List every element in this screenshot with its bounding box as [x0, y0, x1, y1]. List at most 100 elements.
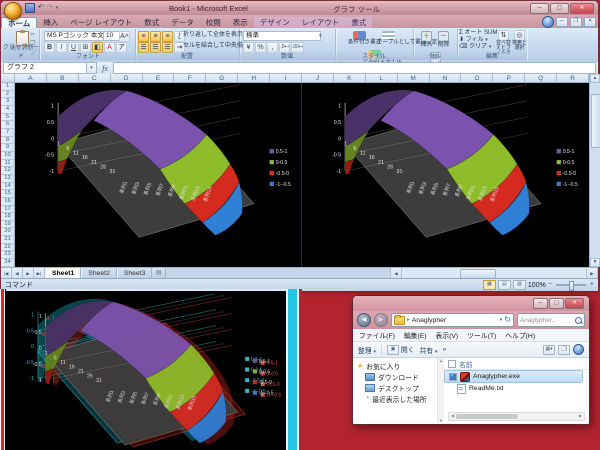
page-layout-view-icon[interactable]: ▤	[498, 280, 511, 290]
column-header-C[interactable]: C	[79, 74, 111, 83]
menu-item-0[interactable]: ファイル(F)	[359, 330, 395, 340]
column-header-Q[interactable]: Q	[525, 74, 557, 83]
page-break-view-icon[interactable]: ▨	[513, 280, 526, 290]
column-header-J[interactable]: J	[302, 74, 334, 83]
workbook-close-button[interactable]: ✕	[584, 17, 596, 27]
row-header-7[interactable]: 7	[1, 129, 15, 137]
more-commands-button[interactable]: »	[442, 346, 446, 353]
row-header-21[interactable]: 21	[1, 236, 15, 244]
preview-pane-icon[interactable]: ▢|	[558, 345, 570, 355]
breadcrumb-dropdown-icon[interactable]: ▾	[500, 317, 503, 323]
insert-cells-button[interactable]: ＋ 挿入	[419, 29, 434, 50]
row-header-6[interactable]: 6	[1, 121, 15, 129]
column-header-K[interactable]: K	[334, 74, 366, 83]
row-header-10[interactable]: 10	[1, 152, 15, 160]
contextual-tab-2[interactable]: 書式	[345, 17, 372, 28]
scroll-thumb[interactable]	[456, 414, 518, 419]
close-button[interactable]: ✕	[565, 298, 584, 309]
search-box[interactable]: Anaglypher...	[517, 313, 585, 327]
file-checkbox[interactable]	[449, 373, 457, 381]
anaglyph-chart-window[interactable]: 10.50-0.5-1161116212631系列1系列3系列5系列7系列9系列…	[0, 289, 302, 450]
surface-chart-right[interactable]: 10.50-0.5-1161116212631系列1系列3系列5系列7系列9系列…	[302, 83, 589, 267]
number-format-combobox[interactable]: 標準	[243, 31, 321, 41]
save-icon[interactable]	[25, 3, 35, 13]
organize-button[interactable]: 整理 ▾	[358, 345, 376, 355]
column-header-F[interactable]: F	[174, 74, 206, 83]
name-box-dropdown-icon[interactable]: ▾	[87, 62, 97, 74]
ribbon-tab-6[interactable]: 表示	[227, 17, 254, 28]
column-header-R[interactable]: R	[557, 74, 589, 83]
file-list-header[interactable]: 名前	[444, 359, 589, 370]
nav-item-0[interactable]: ★お気に入り	[353, 360, 437, 371]
row-header-15[interactable]: 15	[1, 190, 15, 198]
zoom-slider-thumb[interactable]	[569, 281, 574, 291]
surface-chart-left[interactable]: 10.50-0.5-1161116212631系列1系列3系列5系列7系列9系列…	[15, 83, 302, 267]
column-header-A[interactable]: A	[15, 74, 47, 83]
menu-item-3[interactable]: ツール(T)	[467, 330, 496, 340]
maximize-button[interactable]: ▢	[549, 298, 564, 309]
file-row-ReadMe.txt[interactable]: ReadMe.txt	[444, 383, 583, 394]
forward-icon[interactable]: ▶	[374, 313, 388, 327]
cut-icon[interactable]: ✂	[30, 31, 38, 38]
row-header-18[interactable]: 18	[1, 213, 15, 221]
views-icon[interactable]: ▦▾	[543, 345, 555, 355]
normal-view-icon[interactable]: ▦	[483, 280, 496, 290]
row-header-20[interactable]: 20	[1, 228, 15, 236]
column-header-B[interactable]: B	[47, 74, 79, 83]
refresh-icon[interactable]: ↻	[504, 315, 511, 325]
menu-item-4[interactable]: ヘルプ(H)	[505, 330, 535, 340]
ribbon-tab-1[interactable]: 挿入	[37, 17, 64, 28]
ribbon-tab-5[interactable]: 校閲	[200, 17, 227, 28]
undo-icon[interactable]: ↶	[38, 3, 44, 13]
office-button[interactable]	[4, 2, 22, 20]
column-header-L[interactable]: L	[366, 74, 398, 83]
close-button[interactable]: ✕	[570, 3, 594, 14]
row-header-9[interactable]: 9	[1, 144, 15, 152]
excel-titlebar[interactable]: Book1 - Microsoft Excel グラフ ツール ─ ▢ ✕	[1, 1, 598, 15]
row-header-17[interactable]: 17	[1, 206, 15, 214]
breadcrumb-location[interactable]: Anaglypher	[412, 317, 446, 324]
breadcrumb[interactable]: ▸ Anaglypher ▾ ↻	[391, 313, 514, 327]
row-header-22[interactable]: 22	[1, 244, 15, 252]
column-header-G[interactable]: G	[206, 74, 238, 83]
minimize-button[interactable]: ─	[530, 3, 549, 14]
column-header-P[interactable]: P	[493, 74, 525, 83]
zoom-level[interactable]: 100%	[528, 282, 546, 289]
maximize-button[interactable]: ▢	[550, 3, 569, 14]
ribbon-tab-4[interactable]: データ	[165, 17, 200, 28]
column-header-M[interactable]: M	[398, 74, 430, 83]
name-column-header[interactable]: 名前	[459, 359, 473, 369]
zoom-out-icon[interactable]: −	[548, 281, 552, 289]
qat-dropdown-icon[interactable]: ▾	[56, 3, 59, 13]
column-header-H[interactable]: H	[238, 74, 270, 83]
select-all-corner[interactable]	[1, 74, 15, 83]
row-header-13[interactable]: 13	[1, 175, 15, 183]
help-icon[interactable]: ?	[542, 16, 554, 28]
menu-item-2[interactable]: 表示(V)	[436, 330, 459, 340]
zoom-slider[interactable]	[556, 284, 586, 286]
number-format-dropdown-icon[interactable]: ▾	[319, 33, 322, 39]
align-bottom-icon[interactable]: ≡	[162, 31, 173, 42]
vertical-scroll-thumb[interactable]	[591, 94, 600, 148]
row-header-8[interactable]: 8	[1, 137, 15, 145]
find-select-button[interactable]: ◎ 検索と選択	[511, 29, 528, 52]
column-header-O[interactable]: O	[461, 74, 493, 83]
nav-item-3[interactable]: ◔最近表示した場所	[353, 393, 437, 404]
name-box[interactable]: グラフ 2	[3, 62, 87, 74]
row-header-23[interactable]: 23	[1, 251, 15, 259]
row-header-11[interactable]: 11	[1, 160, 15, 168]
row-header-19[interactable]: 19	[1, 221, 15, 229]
file-list-horizontal-scrollbar[interactable]: ◀ ▶	[448, 412, 585, 421]
nav-item-2[interactable]: デスクトップ	[353, 382, 437, 393]
share-button[interactable]: 共有 ▾	[419, 345, 437, 355]
open-button[interactable]: ▣ 開く	[387, 344, 414, 355]
insert-function-icon[interactable]: fx	[97, 64, 113, 73]
file-row-Anaglypher.exe[interactable]: Anaglypher.exe	[444, 370, 583, 383]
scroll-right-icon[interactable]: ▶	[577, 413, 584, 420]
redo-icon[interactable]: ↷	[47, 3, 53, 13]
ribbon-tab-2[interactable]: ページ レイアウト	[64, 17, 138, 28]
conditional-formatting-button[interactable]: 条件付き書式	[346, 29, 373, 48]
contextual-tab-0[interactable]: デザイン	[254, 17, 296, 28]
delete-cells-button[interactable]: － 削除	[436, 29, 451, 50]
column-header-E[interactable]: E	[143, 74, 175, 83]
